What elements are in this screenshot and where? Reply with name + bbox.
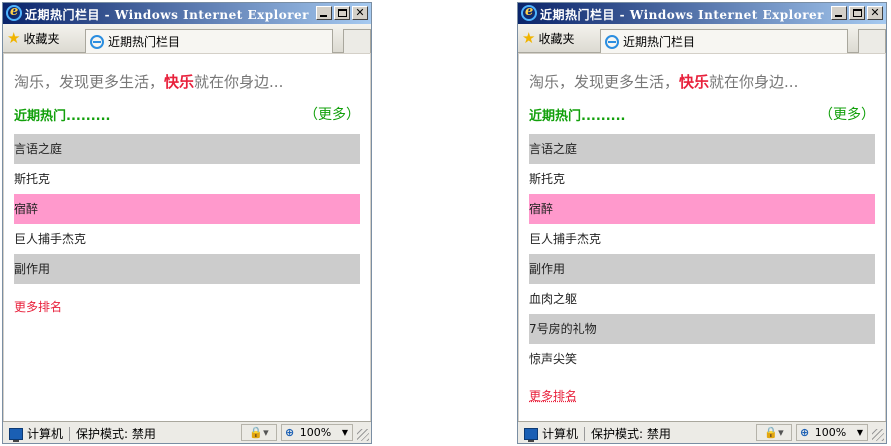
window-title: 近期热门栏目 - Windows Internet Explorer [25,8,309,22]
tagline-prefix: 淘乐，发现更多生活， [14,73,165,91]
ie-logo-icon: e [521,4,537,21]
more-ranking-link[interactable]: 更多排名 [14,298,62,315]
status-bar: 计算机 保护模式: 禁用 🔒▾ ⊕ 100% ▼ [518,421,886,443]
zoom-control[interactable]: ⊕ 100% ▼ [281,424,353,441]
zoom-level: 100% [814,426,847,439]
browser-window-right: e 近期热门栏目 - Windows Internet Explorer ✕ ★… [517,2,887,444]
new-tab-button[interactable] [858,29,886,53]
new-tab-button[interactable] [343,29,371,53]
list-item[interactable]: 副作用 [529,254,875,284]
close-button[interactable]: ✕ [867,6,883,20]
zone-label: 计算机 [542,427,579,441]
tagline-prefix: 淘乐，发现更多生活， [529,73,680,91]
page-content: 淘乐，发现更多生活，快乐就在你身边... 近期热门......... （更多） … [4,54,370,422]
favorites-button[interactable]: ★ 收藏夹 [522,30,574,47]
list-item[interactable]: 惊声尖笑 [529,344,875,374]
resize-grip[interactable] [872,429,884,441]
title-bar[interactable]: e 近期热门栏目 - Windows Internet Explorer ✕ [518,3,886,24]
tagline-highlight: 快乐 [679,73,710,91]
chevron-down-icon: ▼ [856,428,863,437]
minimize-button[interactable] [316,6,332,20]
maximize-button[interactable] [849,6,865,20]
list-item[interactable]: 斯托克 [529,164,875,194]
browser-window-left: e 近期热门栏目 - Windows Internet Explorer ✕ ★… [2,2,372,444]
tagline-suffix: 就在你身边... [194,73,284,91]
star-icon: ★ [7,29,21,47]
protected-mode-label: 保护模式: 禁用 [76,427,156,441]
list-item[interactable]: 血肉之躯 [529,284,875,314]
list-item[interactable]: 巨人捕手杰克 [529,224,875,254]
favorites-button[interactable]: ★ 收藏夹 [7,30,59,47]
list-item[interactable]: 言语之庭 [529,134,875,164]
computer-icon [524,427,538,442]
hot-list: 言语之庭 斯托克 宿醉 巨人捕手杰克 副作用 血肉之躯 7号房的礼物 惊声尖笑 [529,134,875,374]
security-icon[interactable]: 🔒▾ [241,424,277,441]
minimize-button[interactable] [831,6,847,20]
ie-page-icon [90,34,104,49]
browser-tab[interactable]: 近期热门栏目 [85,29,333,53]
zoom-icon: ⊕ [800,426,810,439]
zone-label: 计算机 [27,427,64,441]
list-item[interactable]: 言语之庭 [14,134,360,164]
browser-tab[interactable]: 近期热门栏目 [600,29,848,53]
resize-grip[interactable] [357,429,369,441]
more-link[interactable]: （更多） [304,104,360,124]
protected-mode-label: 保护模式: 禁用 [591,427,671,441]
title-bar[interactable]: e 近期热门栏目 - Windows Internet Explorer ✕ [3,3,371,24]
close-button[interactable]: ✕ [352,6,368,20]
zoom-icon: ⊕ [285,426,295,439]
favorites-label: 收藏夹 [23,32,60,46]
more-ranking-link[interactable]: 更多排名 [529,387,577,404]
page-content: 淘乐，发现更多生活，快乐就在你身边... 近期热门......... （更多） … [519,54,885,422]
more-link[interactable]: （更多） [819,104,875,124]
status-bar: 计算机 保护模式: 禁用 🔒▾ ⊕ 100% ▼ [3,421,371,443]
hot-list: 言语之庭 斯托克 宿醉 巨人捕手杰克 副作用 [14,134,360,284]
chevron-down-icon: ▼ [341,428,348,437]
tagline-highlight: 快乐 [164,73,195,91]
list-item[interactable]: 巨人捕手杰克 [14,224,360,254]
tab-title: 近期热门栏目 [623,35,696,49]
ie-logo-icon: e [6,4,22,21]
favorites-bar: ★ 收藏夹 近期热门栏目 [518,24,886,53]
tagline: 淘乐，发现更多生活，快乐就在你身边... [14,71,283,92]
ie-page-icon [605,34,619,49]
list-item[interactable]: 副作用 [14,254,360,284]
security-icon[interactable]: 🔒▾ [756,424,792,441]
list-item[interactable]: 宿醉 [14,194,360,224]
zoom-control[interactable]: ⊕ 100% ▼ [796,424,868,441]
list-item[interactable]: 宿醉 [529,194,875,224]
list-item[interactable]: 斯托克 [14,164,360,194]
computer-icon [9,427,23,442]
star-icon: ★ [522,29,536,47]
maximize-button[interactable] [334,6,350,20]
tagline-suffix: 就在你身边... [709,73,799,91]
zoom-level: 100% [299,426,332,439]
tab-title: 近期热门栏目 [108,35,181,49]
tagline: 淘乐，发现更多生活，快乐就在你身边... [529,71,798,92]
section-heading: 近期热门......... [14,109,111,124]
favorites-label: 收藏夹 [538,32,575,46]
section-heading: 近期热门......... [529,109,626,124]
window-title: 近期热门栏目 - Windows Internet Explorer [540,8,824,22]
favorites-bar: ★ 收藏夹 近期热门栏目 [3,24,371,53]
list-item[interactable]: 7号房的礼物 [529,314,875,344]
